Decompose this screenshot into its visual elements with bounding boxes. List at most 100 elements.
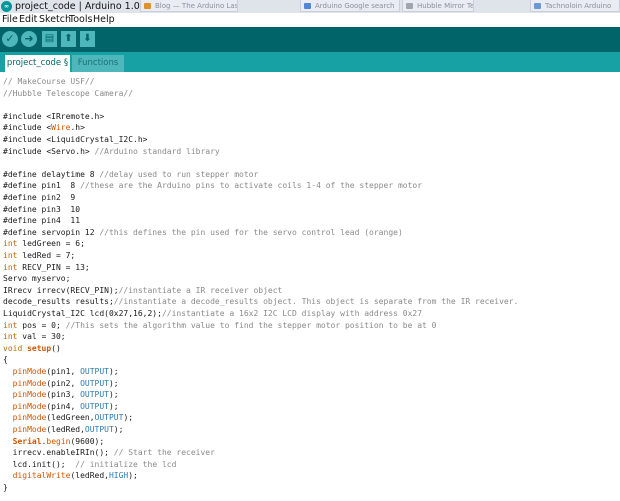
code-line[interactable]: #include <Servo.h> //Arduino standard li…	[3, 146, 220, 158]
code-token: ledGreen = 6;	[17, 239, 85, 249]
code-line[interactable]: pinMode(ledRed,OUTPUT);	[3, 424, 124, 436]
code-token: {	[3, 355, 8, 365]
arduino-logo-icon: ∞	[1, 1, 12, 12]
tab-favicon-icon	[304, 3, 311, 9]
code-line[interactable]: //Hubble Telescope Camera//	[3, 88, 133, 100]
code-token: );	[128, 471, 138, 481]
code-token: #define pin2 9	[3, 193, 76, 202]
code-token: val = 30;	[17, 332, 66, 342]
background-browser-tab[interactable]: Hubble Mirror Tele	[402, 0, 474, 12]
code-token: .h>	[70, 123, 85, 133]
code-line[interactable]: pinMode(pin3, OUTPUT);	[3, 389, 119, 401]
code-line[interactable]: Servo myservo;	[3, 273, 70, 285]
code-line[interactable]: #define pin3 10	[3, 204, 80, 216]
menu-edit[interactable]: Edit	[19, 13, 37, 27]
code-token: pinMode	[12, 390, 47, 400]
code-token: (pin1,	[46, 367, 81, 376]
code-line[interactable]: // MakeCourse USF//	[3, 76, 95, 88]
code-line[interactable]: pinMode(pin2, OUTPUT);	[3, 378, 119, 390]
code-comment: // initialize the lcd	[75, 459, 177, 469]
code-token: HIGH	[108, 471, 129, 481]
code-line[interactable]: IRrecv irrecv(RECV_PIN);//instantiate a …	[3, 285, 282, 297]
sketch-tab-strip: project_code § Functions	[0, 52, 620, 72]
code-line[interactable]: decode_results results;//instantiate a d…	[3, 296, 518, 308]
code-line[interactable]: #define servopin 12 //this defines the p…	[3, 227, 403, 239]
code-token: ()	[51, 343, 61, 353]
code-line[interactable]: lcd.init(); // initialize the lcd	[3, 459, 177, 471]
tab-project-code[interactable]: project_code §	[5, 55, 70, 72]
code-line[interactable]: irrecv.enableIRIn(); // Start the receiv…	[3, 447, 215, 459]
code-line[interactable]: int ledGreen = 6;	[3, 238, 85, 250]
code-token: LiquidCrystal_I2C lcd(0x27,16,2);	[3, 309, 162, 318]
background-browser-tab[interactable]: Blog — The Arduino Las	[140, 0, 238, 12]
code-comment: //this defines the pin used for the serv…	[99, 227, 403, 237]
code-comment: //Arduino standard library	[94, 146, 220, 156]
code-line[interactable]: Serial.begin(9600);	[3, 436, 105, 448]
verify-button[interactable]: ✓	[2, 31, 18, 47]
menu-sketch[interactable]: Sketch	[39, 13, 71, 27]
tab-functions[interactable]: Functions	[72, 55, 124, 72]
code-line[interactable]: int ledRed = 7;	[3, 250, 75, 262]
code-comment: // Start the receiver	[113, 448, 215, 458]
tab-favicon-icon	[144, 3, 151, 9]
code-token: OUTPUT	[80, 378, 109, 388]
open-button[interactable]: ⬆	[61, 31, 76, 47]
code-token: void	[3, 343, 23, 353]
tab-favicon-icon	[406, 3, 413, 9]
background-browser-tab[interactable]: Arduino Google search	[300, 0, 400, 12]
menu-help[interactable]: Help	[93, 13, 115, 27]
check-icon: ✓	[5, 32, 15, 45]
code-line[interactable]: int val = 30;	[3, 331, 66, 343]
code-token: irrecv.enableIRIn();	[3, 448, 114, 458]
code-token: digitalWrite	[12, 471, 71, 481]
code-line[interactable]: void setup()	[3, 343, 61, 355]
code-token: #include <Servo.h>	[3, 146, 95, 156]
code-token: #include <	[3, 123, 52, 133]
code-token: int	[3, 239, 18, 249]
code-line[interactable]: pinMode(pin4, OUTPUT);	[3, 401, 119, 413]
code-line[interactable]: pinMode(pin1, OUTPUT);	[3, 366, 119, 378]
code-line[interactable]: #include <IRremote.h>	[3, 111, 104, 123]
code-line[interactable]: #define delaytime 8 //delay used to run …	[3, 169, 258, 181]
code-editor[interactable]: // MakeCourse USF// //Hubble Telescope Ca…	[0, 72, 620, 501]
code-line[interactable]: }	[3, 482, 8, 494]
code-token: decode_results results;	[3, 297, 114, 307]
upload-button[interactable]: ➜	[21, 31, 37, 47]
code-comment: //instantiate a IR receiver object	[118, 285, 283, 295]
save-button[interactable]: ⬇	[80, 31, 95, 47]
code-comment: // MakeCourse USF//	[3, 77, 95, 86]
code-token: #include <IRremote.h>	[3, 111, 105, 121]
code-line[interactable]: #define pin1 8 //these are the Arduino p…	[3, 180, 422, 192]
code-token: pos = 0;	[17, 320, 66, 330]
code-comment: //This sets the algorithm value to find …	[65, 320, 437, 330]
code-token: lcd.init();	[3, 459, 76, 469]
code-token: (pin4,	[46, 401, 81, 411]
code-line[interactable]: #include <LiquidCrystal_I2C.h>	[3, 134, 148, 146]
code-line[interactable]: #define pin2 9	[3, 192, 75, 204]
code-token: Servo myservo;	[3, 274, 71, 284]
new-button[interactable]: ▤	[42, 31, 57, 47]
code-line[interactable]: int RECV_PIN = 13;	[3, 262, 90, 274]
code-token: pinMode	[12, 413, 47, 423]
code-line[interactable]: #include <Wire.h>	[3, 122, 85, 134]
code-token: Wire	[51, 123, 71, 133]
menu-tools[interactable]: Tools	[69, 13, 92, 27]
arrow-down-icon: ⬇	[83, 33, 92, 44]
code-line[interactable]: LiquidCrystal_I2C lcd(0x27,16,2);//insta…	[3, 308, 422, 320]
code-token: int	[3, 332, 18, 342]
code-comment: //Hubble Telescope Camera//	[3, 88, 134, 98]
code-line[interactable]: int pos = 0; //This sets the algorithm v…	[3, 320, 437, 332]
code-line[interactable]: pinMode(ledGreen,OUTPUT);	[3, 412, 133, 424]
code-line[interactable]: #define pin4 11	[3, 215, 80, 227]
code-line[interactable]: digitalWrite(ledRed,HIGH);	[3, 470, 138, 482]
menu-file[interactable]: File	[2, 13, 18, 27]
code-token: OUTPUT	[80, 401, 109, 411]
background-browser-tab[interactable]: Tachnoloin Arduino	[530, 0, 620, 12]
code-line[interactable]: {	[3, 354, 8, 366]
code-token: int	[3, 251, 18, 260]
